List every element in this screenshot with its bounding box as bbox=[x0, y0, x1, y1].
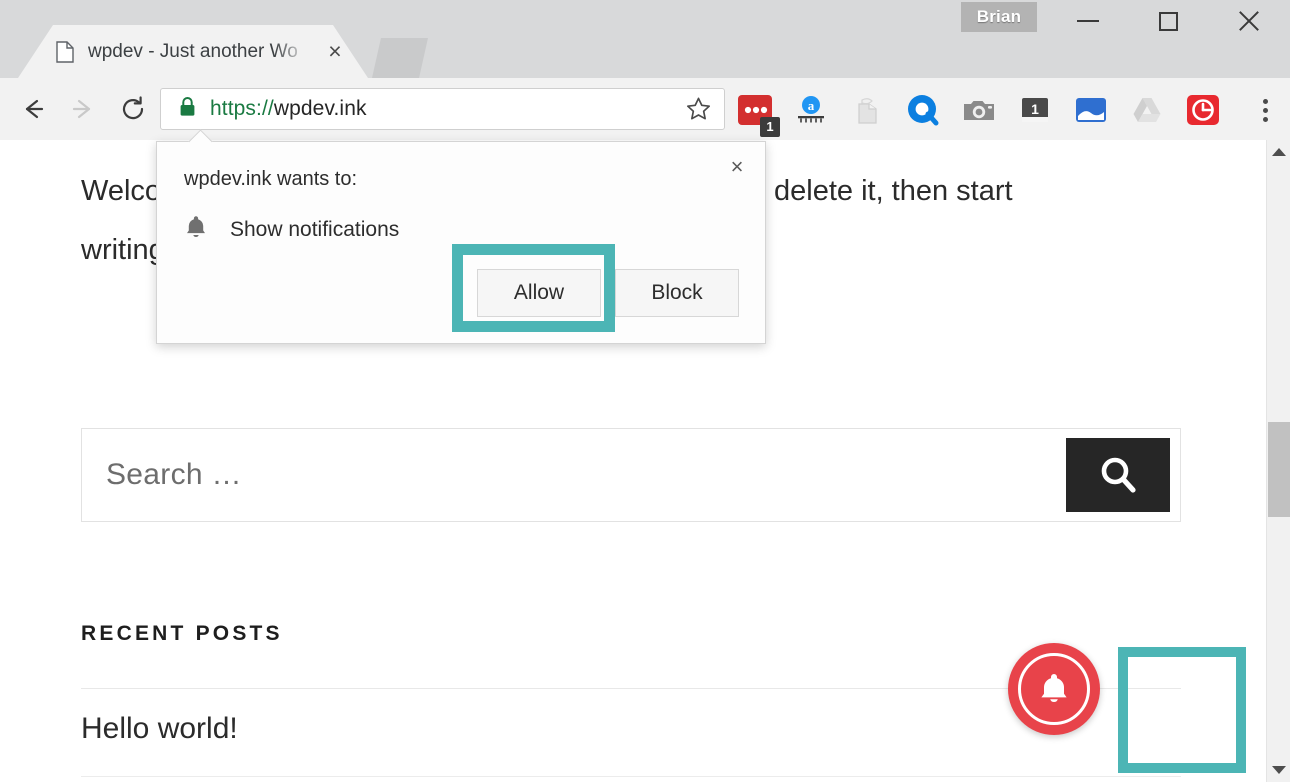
page-icon bbox=[56, 40, 74, 63]
new-tab-button[interactable] bbox=[372, 38, 428, 78]
maximize-icon bbox=[1158, 11, 1178, 31]
address-bar[interactable]: https://wpdev.ink bbox=[160, 88, 725, 130]
dialog-actions: Allow Block bbox=[477, 269, 739, 317]
reload-button[interactable] bbox=[108, 84, 158, 134]
search-submit-button[interactable] bbox=[1066, 438, 1170, 512]
amazon-assistant-extension-icon[interactable]: a bbox=[789, 89, 832, 132]
bell-icon bbox=[1041, 674, 1067, 702]
extensions-toolbar: 1 a 1 bbox=[733, 88, 1283, 137]
chevron-up-icon bbox=[1272, 148, 1286, 156]
forward-arrow-icon bbox=[72, 99, 91, 119]
search-box[interactable]: Search … bbox=[81, 428, 1181, 522]
browser-tab-content: wpdev - Just another Wo × bbox=[18, 25, 368, 78]
reload-icon bbox=[122, 96, 144, 120]
search-input[interactable]: Search … bbox=[106, 458, 242, 492]
permission-request-row: Show notifications bbox=[184, 214, 399, 245]
permission-request-label: Show notifications bbox=[230, 217, 400, 241]
recent-posts-heading: RECENT POSTS bbox=[81, 622, 283, 645]
page-scrollbar[interactable] bbox=[1266, 140, 1290, 782]
lock-icon bbox=[179, 96, 196, 122]
grammarly-extension-icon[interactable] bbox=[1181, 89, 1224, 132]
allow-button[interactable]: Allow bbox=[477, 269, 601, 317]
window-maximize-button[interactable] bbox=[1137, 0, 1199, 42]
calendar-extension-icon[interactable]: 1 bbox=[1013, 89, 1056, 132]
menu-dot bbox=[1262, 107, 1268, 113]
hunter-extension-icon[interactable] bbox=[901, 89, 944, 132]
close-icon bbox=[1236, 8, 1262, 34]
chrome-menu-button[interactable] bbox=[1247, 88, 1283, 132]
bookmark-star-icon[interactable] bbox=[685, 96, 712, 123]
scrollbar-thumb[interactable] bbox=[1268, 422, 1290, 517]
svg-text:a: a bbox=[807, 98, 814, 113]
scroll-down-button[interactable] bbox=[1267, 758, 1290, 782]
back-button[interactable] bbox=[8, 84, 58, 134]
google-drive-extension-icon[interactable] bbox=[1125, 89, 1168, 132]
screenshot-camera-extension-icon[interactable] bbox=[957, 89, 1000, 132]
window-close-button[interactable] bbox=[1218, 0, 1280, 42]
profile-badge[interactable]: Brian bbox=[961, 2, 1037, 32]
recent-post-link[interactable]: Hello world! bbox=[81, 712, 238, 746]
url-host: wpdev.ink bbox=[273, 97, 367, 120]
block-button[interactable]: Block bbox=[615, 269, 739, 317]
bell-icon bbox=[184, 214, 208, 245]
dialog-close-icon[interactable]: × bbox=[723, 153, 751, 181]
bluescreen-extension-icon[interactable] bbox=[1069, 89, 1112, 132]
menu-dot bbox=[1262, 116, 1268, 122]
notification-permission-dialog: × wpdev.ink wants to: Show notifications… bbox=[156, 129, 766, 344]
tab-strip: wpdev - Just another Wo × Brian bbox=[0, 0, 1290, 78]
forward-button[interactable] bbox=[58, 84, 108, 134]
address-bar-url: https://wpdev.ink bbox=[210, 97, 367, 121]
divider bbox=[81, 776, 1181, 777]
lastpass-extension-icon[interactable]: 1 bbox=[733, 89, 780, 137]
notification-widget-ring bbox=[1018, 653, 1090, 725]
notification-widget-button[interactable] bbox=[1008, 643, 1100, 735]
search-icon bbox=[1101, 457, 1136, 493]
minimize-icon bbox=[1077, 20, 1099, 22]
chevron-down-icon bbox=[1272, 766, 1286, 774]
extension-badge: 1 bbox=[760, 116, 780, 137]
tab-title: wpdev - Just another Wo bbox=[88, 40, 298, 62]
scroll-up-button[interactable] bbox=[1267, 140, 1290, 164]
menu-dot bbox=[1262, 98, 1268, 104]
dialog-title: wpdev.ink wants to: bbox=[184, 168, 358, 190]
back-arrow-icon bbox=[25, 99, 44, 119]
url-scheme: https:// bbox=[210, 97, 274, 120]
window-minimize-button[interactable] bbox=[1057, 0, 1119, 42]
tab-close-icon[interactable]: × bbox=[324, 40, 346, 63]
evernote-webclipper-extension-icon[interactable] bbox=[845, 89, 888, 132]
calendar-day-number: 1 bbox=[1031, 101, 1039, 117]
